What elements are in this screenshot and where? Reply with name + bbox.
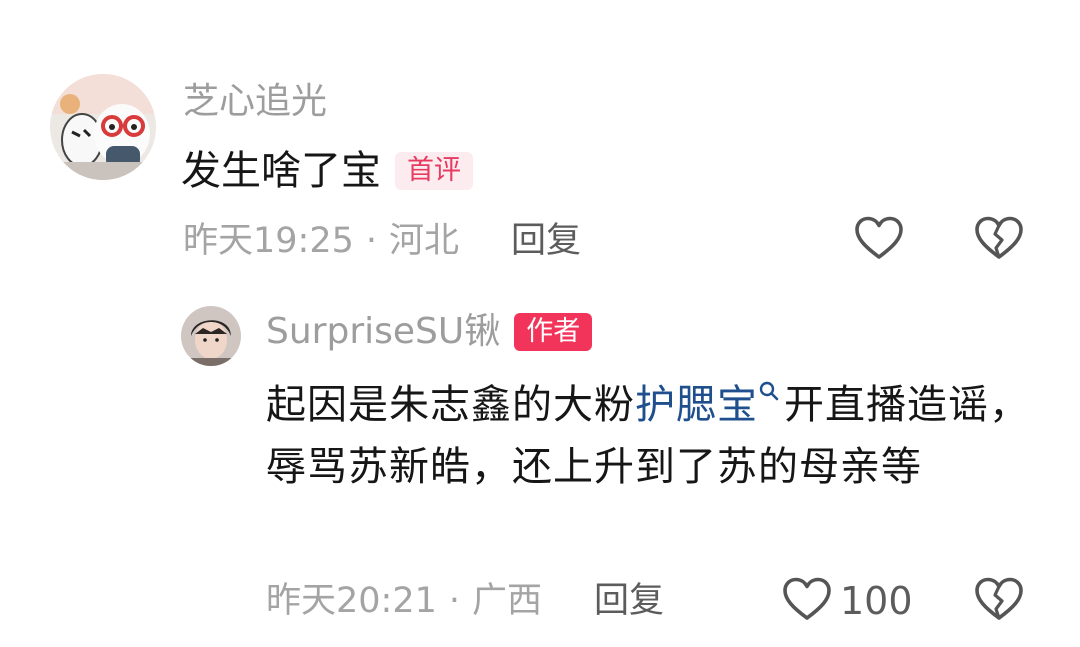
reply-text-before: 起因是朱志鑫的大粉 [266,382,635,428]
first-comment-badge: 首评 [395,152,473,190]
heart-outline-icon [783,577,831,620]
comment-location: 河北 [389,221,460,261]
author-badge: 作者 [514,313,593,351]
heart-outline-icon [855,216,903,259]
avatar[interactable] [181,306,241,366]
meta-separator: · [365,221,378,261]
comment-text: 发生啥了宝 [181,148,381,194]
search-icon [759,381,779,401]
reply-header: SurpriseSU锹 作者 [266,313,593,351]
reply-username[interactable]: SurpriseSU锹 [266,314,500,350]
like-button[interactable] [782,575,832,625]
reply-button[interactable]: 回复 [511,224,581,259]
comment-username[interactable]: 芝心追光 [183,84,327,120]
broken-heart-icon [975,577,1023,620]
reply-time: 昨天20:21 [266,581,437,621]
mention-link[interactable]: 护腮宝 [635,382,758,428]
avatar-image [50,74,156,180]
like-button[interactable] [854,214,904,264]
reply-text: 起因是朱志鑫的大粉护腮宝 开直播造谣，辱骂苏新皓，还上升到了苏的母亲等 [266,374,1036,498]
like-count: 100 [840,579,913,623]
dislike-button[interactable] [974,575,1024,625]
reply-location: 广西 [472,581,543,621]
broken-heart-icon [975,216,1023,259]
comment-meta: 昨天19:25 · 河北 回复 [183,224,581,259]
dislike-button[interactable] [974,214,1024,264]
meta-separator: · [448,581,461,621]
reply-button[interactable]: 回复 [594,584,664,619]
avatar-image [181,306,241,366]
comment-time: 昨天19:25 [183,221,354,261]
reply-meta: 昨天20:21 · 广西 回复 [266,584,664,619]
comment-body: 发生啥了宝 首评 [181,151,473,191]
avatar[interactable] [50,74,156,180]
